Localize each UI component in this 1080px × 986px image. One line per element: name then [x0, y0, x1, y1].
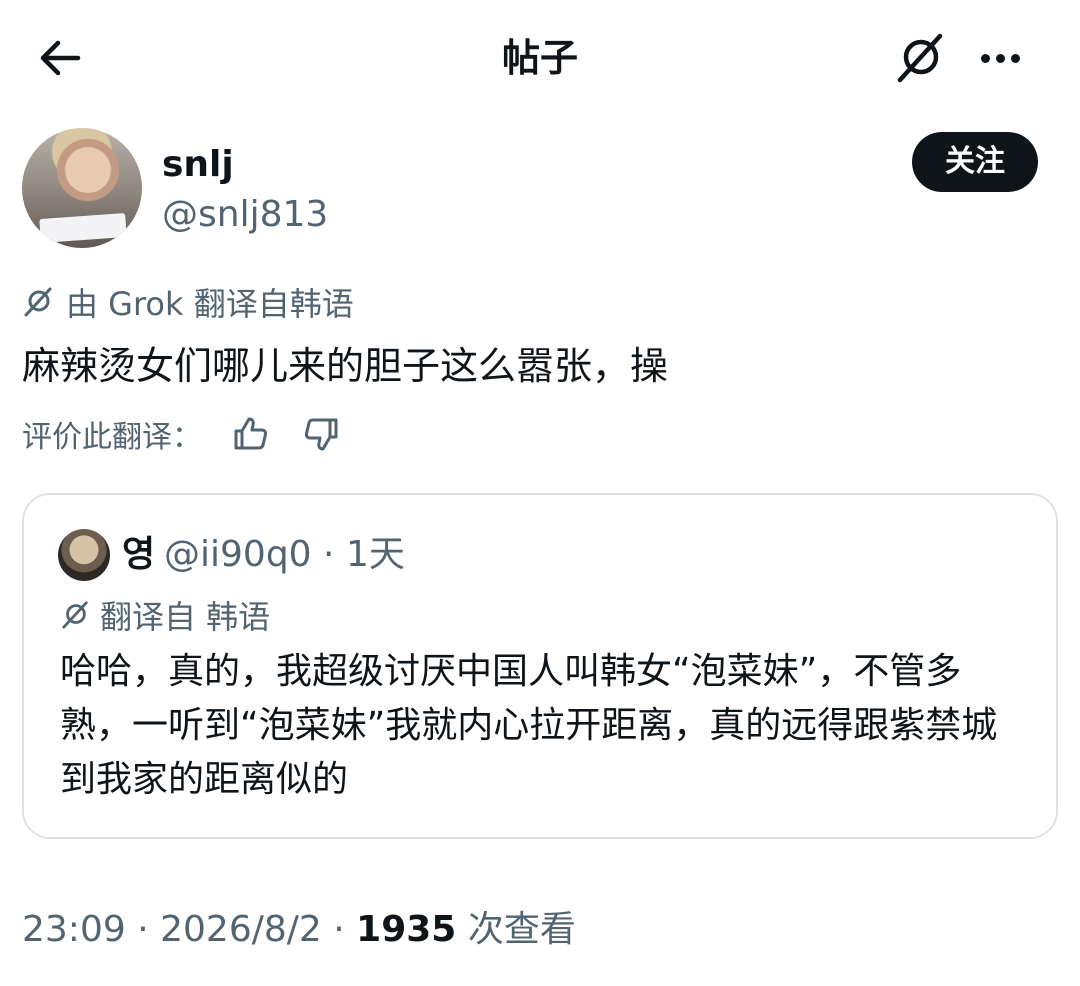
quoted-author-name: 영 — [122, 534, 156, 575]
thumbs-up-icon — [234, 417, 268, 450]
post-page: 帖子 snlj @snlj813 关注 由 Grok 翻译自韩语 麻辣烫女们哪儿… — [0, 0, 1080, 986]
meta-separator: · — [333, 909, 345, 950]
thumbs-up-button[interactable] — [226, 410, 274, 458]
quoted-post-text: 哈哈，真的，我超级讨厌中国人叫韩女“泡菜妹”，不管多熟，一听到“泡菜妹”我就内心… — [60, 651, 998, 800]
post-meta: 23:09 · 2026/8/2 · 1935 次查看 — [22, 904, 576, 956]
more-button[interactable] — [968, 28, 1032, 88]
author-handle: @snlj813 — [162, 194, 329, 235]
thumbs-down-button[interactable] — [298, 410, 346, 458]
quoted-author-handle: @ii90q0 — [164, 534, 312, 575]
grok-icon — [22, 286, 54, 318]
quoted-post[interactable]: 영 @ii90q0 · 1天 翻译自 韩语 哈哈，真的，我超级讨厌中国人叫韩女“… — [22, 493, 1058, 839]
quoted-avatar — [58, 529, 110, 581]
post-text: 麻辣烫女们哪儿来的胆子这么嚣张，操 — [22, 344, 669, 388]
view-count-label: 次查看 — [467, 909, 576, 950]
post-date: 2026/8/2 — [160, 909, 322, 950]
post-time: 23:09 — [22, 909, 126, 950]
meta-separator: · — [323, 534, 335, 575]
quoted-author-meta: @ii90q0 · 1天 — [164, 531, 405, 579]
grok-icon — [60, 600, 90, 630]
quoted-post-time: 1天 — [345, 534, 405, 575]
rate-translation-label: 评价此翻译： — [22, 420, 202, 455]
grok-button[interactable] — [888, 28, 952, 88]
view-count[interactable]: 1935 — [356, 909, 456, 950]
meta-separator: · — [137, 909, 149, 950]
translation-notice-text: 由 Grok 翻译自韩语 — [66, 285, 354, 323]
author-avatar[interactable] — [22, 128, 142, 248]
grok-icon — [897, 33, 943, 83]
follow-button[interactable]: 关注 — [912, 132, 1038, 192]
thumbs-down-icon — [304, 418, 338, 451]
author-name[interactable]: snlj — [162, 142, 234, 188]
rate-translation-row: 评价此翻译： — [22, 410, 346, 458]
translation-notice[interactable]: 由 Grok 翻译自韩语 — [22, 280, 354, 324]
quoted-translation-notice-text: 翻译自 韩语 — [100, 598, 271, 636]
more-horizontal-icon — [978, 53, 1023, 63]
quoted-translation-notice: 翻译自 韩语 — [60, 593, 270, 637]
top-bar: 帖子 — [0, 0, 1080, 110]
